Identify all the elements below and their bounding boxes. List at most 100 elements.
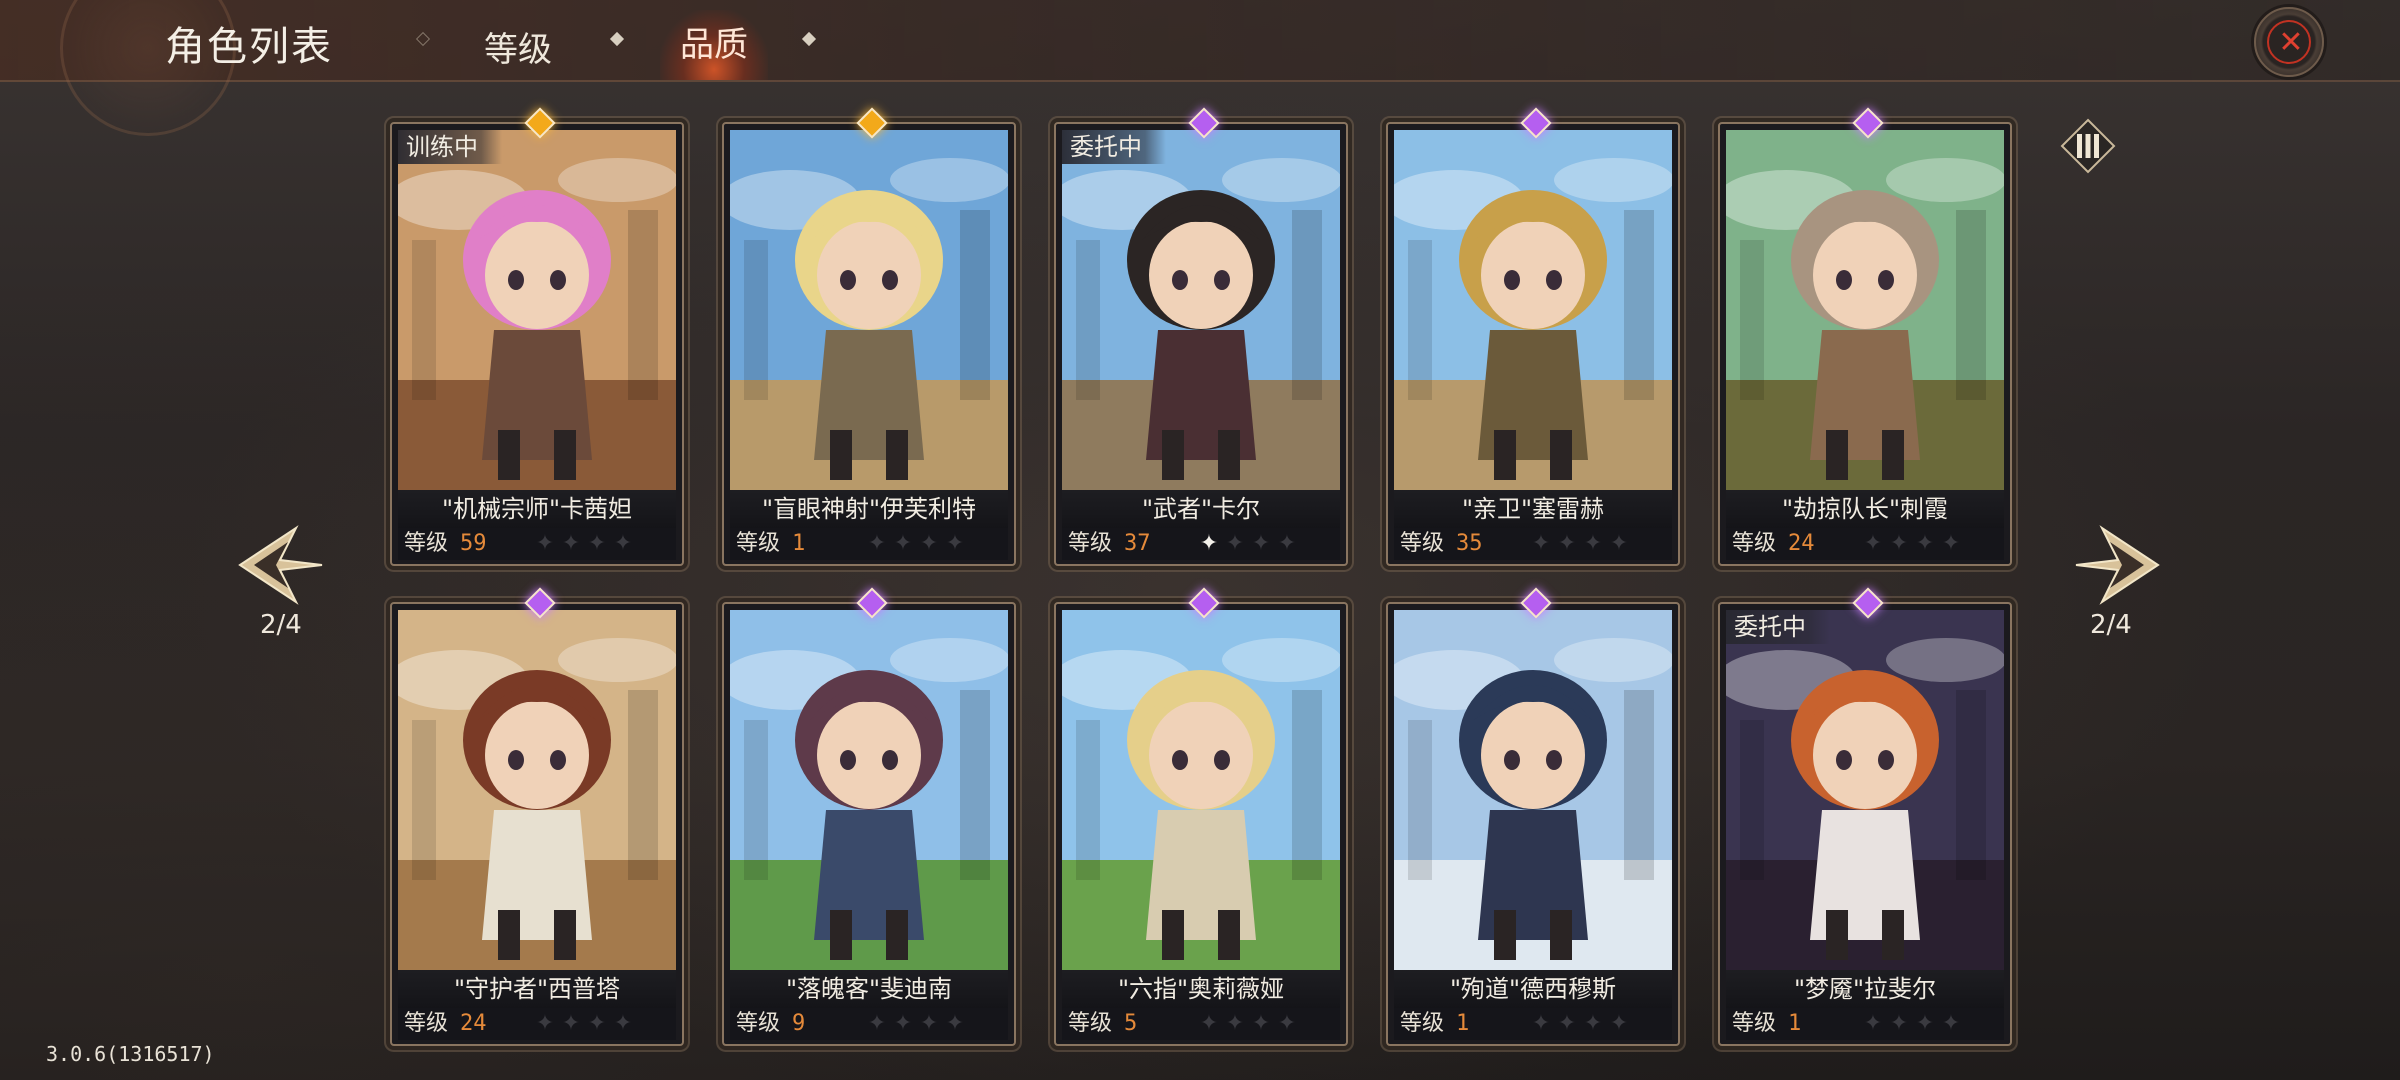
character-card[interactable]: "守护者"西普塔 等级 24 ✦ ✦ ✦ ✦ — [390, 587, 684, 1046]
level-row: 等级 9 ✦ ✦ ✦ ✦ — [730, 1008, 1008, 1040]
level-value: 9 — [792, 1011, 806, 1036]
star-icon: ✦ — [1915, 531, 1935, 556]
character-card[interactable]: "殉道"德西穆斯 等级 1 ✦ ✦ ✦ ✦ — [1386, 587, 1680, 1046]
level-row: 等级 24 ✦ ✦ ✦ ✦ — [398, 1008, 676, 1040]
character-illustration-icon — [1726, 610, 2004, 970]
star-icon: ✦ — [919, 1011, 939, 1036]
character-card[interactable]: "亲卫"塞雷赫 等级 35 ✦ ✦ ✦ ✦ — [1386, 107, 1680, 566]
star-icon: ✦ — [1609, 531, 1629, 556]
star-rating: ✦ ✦ ✦ ✦ — [1196, 528, 1300, 560]
status-badge: 训练中 — [398, 130, 502, 164]
star-icon: ✦ — [1557, 1011, 1577, 1036]
character-card[interactable]: "落魄客"斐迪南等级 9 ✦ ✦ ✦ ✦ — [722, 587, 1016, 1046]
star-icon: ✦ — [867, 1011, 887, 1036]
star-rating: ✦ ✦ ✦ ✦ — [864, 1008, 968, 1040]
level-label: 等级 — [1732, 1011, 1777, 1036]
character-card[interactable]: "劫掠队长"刺霞 等级 24 ✦ ✦ ✦ ✦ — [1718, 107, 2012, 566]
character-name: "武者"卡尔 — [1062, 490, 1340, 528]
level-label: 等级 — [1400, 531, 1445, 556]
character-name: "机械宗师"卡茜妲 — [398, 490, 676, 528]
status-badge: 委托中 — [1726, 610, 1830, 644]
character-illustration-icon — [730, 130, 1008, 490]
level-row: 等级 37 ✦ ✦ ✦ ✦ — [1062, 528, 1340, 560]
arrow-left-icon — [238, 525, 323, 605]
list-filter-icon — [2060, 118, 2116, 174]
star-icon: ✦ — [893, 531, 913, 556]
star-icon: ✦ — [1199, 531, 1219, 556]
character-name: "落魄客"斐迪南 — [730, 970, 1008, 1008]
star-icon: ✦ — [1557, 531, 1577, 556]
level-label: 等级 — [736, 531, 781, 556]
star-icon: ✦ — [1251, 531, 1271, 556]
star-rating: ✦ ✦ ✦ ✦ — [1196, 1008, 1300, 1040]
star-icon: ✦ — [1583, 1011, 1603, 1036]
level-label: 等级 — [1068, 1011, 1113, 1036]
star-icon: ✦ — [1225, 1011, 1245, 1036]
tab-quality[interactable]: 品质 — [660, 10, 768, 80]
character-portrait — [1726, 610, 2004, 970]
star-icon: ✦ — [1863, 1011, 1883, 1036]
star-icon: ✦ — [561, 531, 581, 556]
character-illustration-icon — [730, 610, 1008, 970]
character-portrait — [398, 610, 676, 970]
tab-separator-icon — [415, 31, 431, 47]
star-rating: ✦ ✦ ✦ ✦ — [532, 528, 636, 560]
character-portrait — [730, 610, 1008, 970]
star-rating: ✦ ✦ ✦ ✦ — [1528, 1008, 1632, 1040]
star-icon: ✦ — [1889, 1011, 1909, 1036]
star-icon: ✦ — [1915, 1011, 1935, 1036]
level-value: 1 — [1456, 1011, 1470, 1036]
star-icon: ✦ — [1199, 1011, 1219, 1036]
level-label: 等级 — [736, 1011, 781, 1036]
level-value: 37 — [1124, 531, 1151, 556]
level-row: 等级 1 ✦ ✦ ✦ ✦ — [1394, 1008, 1672, 1040]
level-row: 等级 35 ✦ ✦ ✦ ✦ — [1394, 528, 1672, 560]
star-icon: ✦ — [1609, 1011, 1629, 1036]
character-card[interactable]: 委托中 "梦魇"拉斐尔 等级 1 ✦ ✦ ✦ ✦ — [1718, 587, 2012, 1046]
star-icon: ✦ — [1251, 1011, 1271, 1036]
star-icon: ✦ — [1863, 531, 1883, 556]
character-name: "六指"奥莉薇娅 — [1062, 970, 1340, 1008]
character-card[interactable]: "盲眼神射"伊芙利特 等级 1 ✦ ✦ ✦ ✦ — [722, 107, 1016, 566]
star-icon: ✦ — [893, 1011, 913, 1036]
star-icon: ✦ — [535, 1011, 555, 1036]
star-icon: ✦ — [1583, 531, 1603, 556]
star-icon: ✦ — [561, 1011, 581, 1036]
level-row: 等级 59 ✦ ✦ ✦ ✦ — [398, 528, 676, 560]
page-indicator-left: 2/4 — [260, 610, 302, 640]
prev-page-button[interactable] — [236, 520, 326, 610]
star-icon: ✦ — [1225, 531, 1245, 556]
character-card[interactable]: 委托中 "武者"卡尔 等级 37 ✦ ✦ ✦ ✦ — [1054, 107, 1348, 566]
character-name: "守护者"西普塔 — [398, 970, 676, 1008]
level-row: 等级 1 ✦ ✦ ✦ ✦ — [730, 528, 1008, 560]
character-illustration-icon — [398, 130, 676, 490]
level-label: 等级 — [404, 1011, 449, 1036]
level-value: 1 — [792, 531, 806, 556]
star-icon: ✦ — [535, 531, 555, 556]
star-icon: ✦ — [1889, 531, 1909, 556]
star-rating: ✦ ✦ ✦ ✦ — [532, 1008, 636, 1040]
page-indicator-right: 2/4 — [2090, 610, 2132, 640]
next-page-button[interactable] — [2072, 520, 2162, 610]
filter-button[interactable] — [2060, 118, 2116, 174]
character-name: "梦魇"拉斐尔 — [1726, 970, 2004, 1008]
character-portrait — [1394, 610, 1672, 970]
version-label: 3.0.6(1316517) — [46, 1042, 215, 1066]
character-portrait — [1394, 130, 1672, 490]
character-illustration-icon — [398, 610, 676, 970]
star-icon: ✦ — [1941, 531, 1961, 556]
character-illustration-icon — [1726, 130, 2004, 490]
character-card[interactable]: 训练中 "机械宗师"卡茜妲 等级 59 ✦ ✦ ✦ ✦ — [390, 107, 684, 566]
tab-level[interactable]: 等级 — [484, 22, 552, 71]
level-label: 等级 — [404, 531, 449, 556]
close-button[interactable]: ✕ — [2254, 7, 2324, 77]
star-icon: ✦ — [1277, 1011, 1297, 1036]
star-icon: ✦ — [1941, 1011, 1961, 1036]
character-card[interactable]: "六指"奥莉薇娅 等级 5 ✦ ✦ ✦ ✦ — [1054, 587, 1348, 1046]
star-rating: ✦ ✦ ✦ ✦ — [864, 528, 968, 560]
star-icon: ✦ — [587, 1011, 607, 1036]
character-illustration-icon — [1394, 610, 1672, 970]
star-icon: ✦ — [867, 531, 887, 556]
level-value: 5 — [1124, 1011, 1138, 1036]
character-portrait — [1062, 130, 1340, 490]
